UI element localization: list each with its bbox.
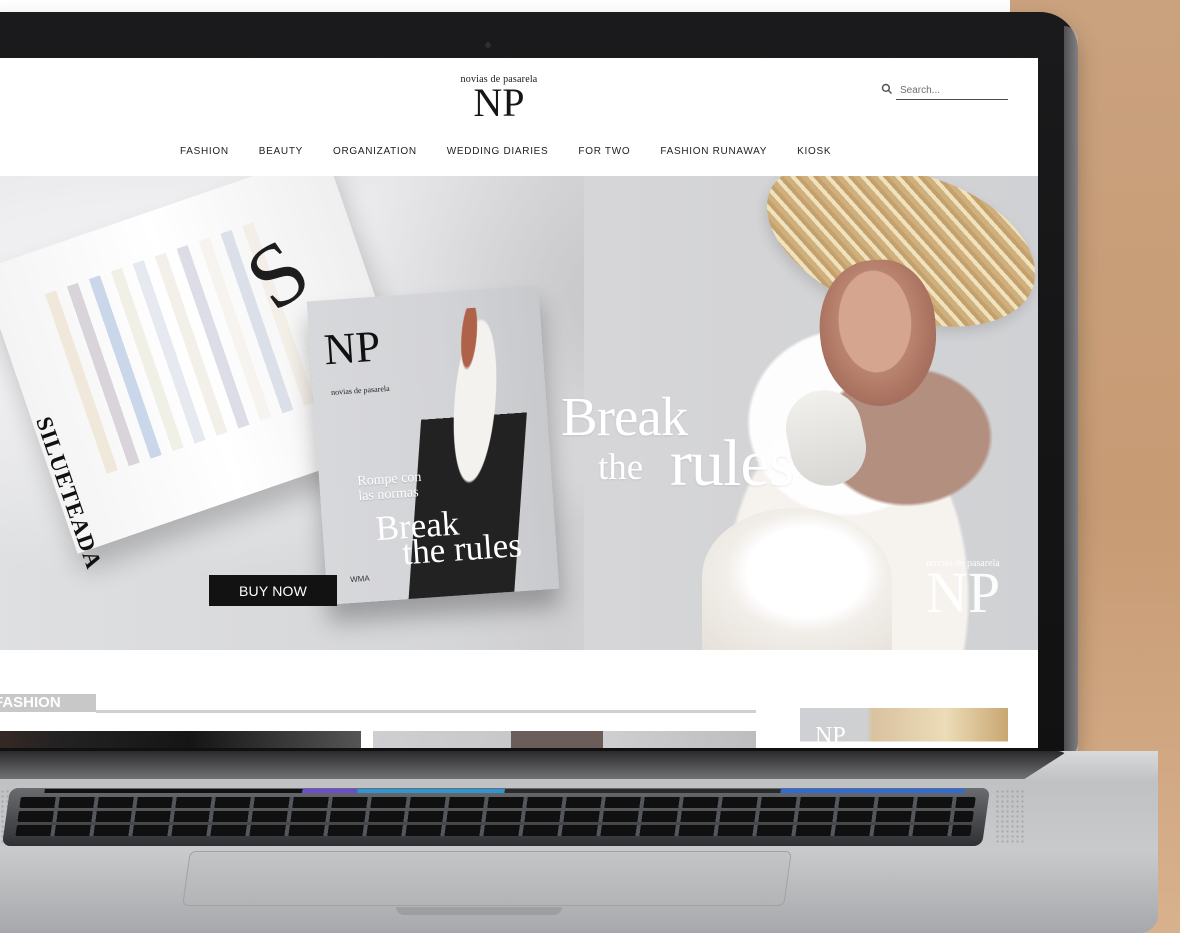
hero-watermark: novias de pasarela NP xyxy=(926,558,1001,625)
model-dress-image xyxy=(702,508,892,650)
fashion-card-image[interactable] xyxy=(0,731,361,748)
cover-brand-text: novias de pasarela xyxy=(330,383,390,397)
key-row xyxy=(15,825,972,836)
nav-item-fashion-runaway[interactable]: FASHION RUNAWAY xyxy=(660,142,767,162)
website-screen: novias de pasarela NP FASHION BEAUTY ORG… xyxy=(0,58,1038,748)
cover-bottom-text: WMA xyxy=(349,573,371,585)
laptop-lid: novias de pasarela NP FASHION BEAUTY ORG… xyxy=(0,12,1078,770)
search-input[interactable] xyxy=(896,81,1008,100)
fashion-card-image[interactable] xyxy=(373,731,756,748)
cover-logo: NP xyxy=(322,321,382,375)
hero-watermark-main: NP xyxy=(926,560,1001,625)
primary-navigation: FASHION BEAUTY ORGANIZATION WEDDING DIAR… xyxy=(180,142,840,162)
hero-title-big-word: rules xyxy=(670,427,794,500)
keyboard xyxy=(1,788,991,846)
search-icon[interactable] xyxy=(881,83,893,95)
cover-tagline-line-2: las normas xyxy=(357,485,420,505)
hero-title-small-word: the xyxy=(598,447,644,488)
camera-dot xyxy=(485,42,491,48)
fashion-section-divider xyxy=(96,710,756,713)
hero-banner: S SILUETEADA NP novias de pasarela Rompe… xyxy=(0,176,1038,650)
nav-item-wedding-diaries[interactable]: WEDDING DIARIES xyxy=(447,142,549,162)
lid-edge xyxy=(1064,26,1078,770)
touch-bar xyxy=(44,789,965,793)
laptop-base xyxy=(0,751,1158,933)
hero-title-line-1: Break xyxy=(561,386,688,447)
nav-item-organization[interactable]: ORGANIZATION xyxy=(333,142,417,162)
cover-tagline: Rompe con las normas xyxy=(357,470,423,504)
nav-item-beauty[interactable]: BEAUTY xyxy=(259,142,303,162)
site-logo[interactable]: novias de pasarela NP xyxy=(447,74,551,124)
nav-item-fashion[interactable]: FASHION xyxy=(180,142,229,162)
trackpad xyxy=(182,851,792,906)
nav-item-kiosk[interactable]: KIOSK xyxy=(797,142,831,162)
buy-now-button[interactable]: BUY NOW xyxy=(209,575,337,606)
key-row xyxy=(19,797,976,808)
search-area xyxy=(876,81,1008,101)
speaker-grill-right xyxy=(995,789,1025,845)
key-row xyxy=(17,811,974,822)
magazine-cover-image[interactable]: NP novias de pasarela Rompe con las norm… xyxy=(306,285,560,605)
cover-title-line-2: the rules xyxy=(401,525,524,573)
laptop-front-lip xyxy=(396,907,562,915)
sidebar-preview-logo: NP xyxy=(815,723,846,748)
site-header: novias de pasarela NP FASHION BEAUTY ORG… xyxy=(0,58,1038,176)
logo-main-text: NP xyxy=(473,80,525,125)
nav-item-for-two[interactable]: FOR TWO xyxy=(578,142,630,162)
sidebar-preview-card[interactable]: NP xyxy=(800,708,1008,748)
laptop-mockup: novias de pasarela NP FASHION BEAUTY ORG… xyxy=(0,0,1180,933)
laptop-hinge xyxy=(0,751,1068,779)
fashion-section-label: FASHION xyxy=(0,694,96,712)
